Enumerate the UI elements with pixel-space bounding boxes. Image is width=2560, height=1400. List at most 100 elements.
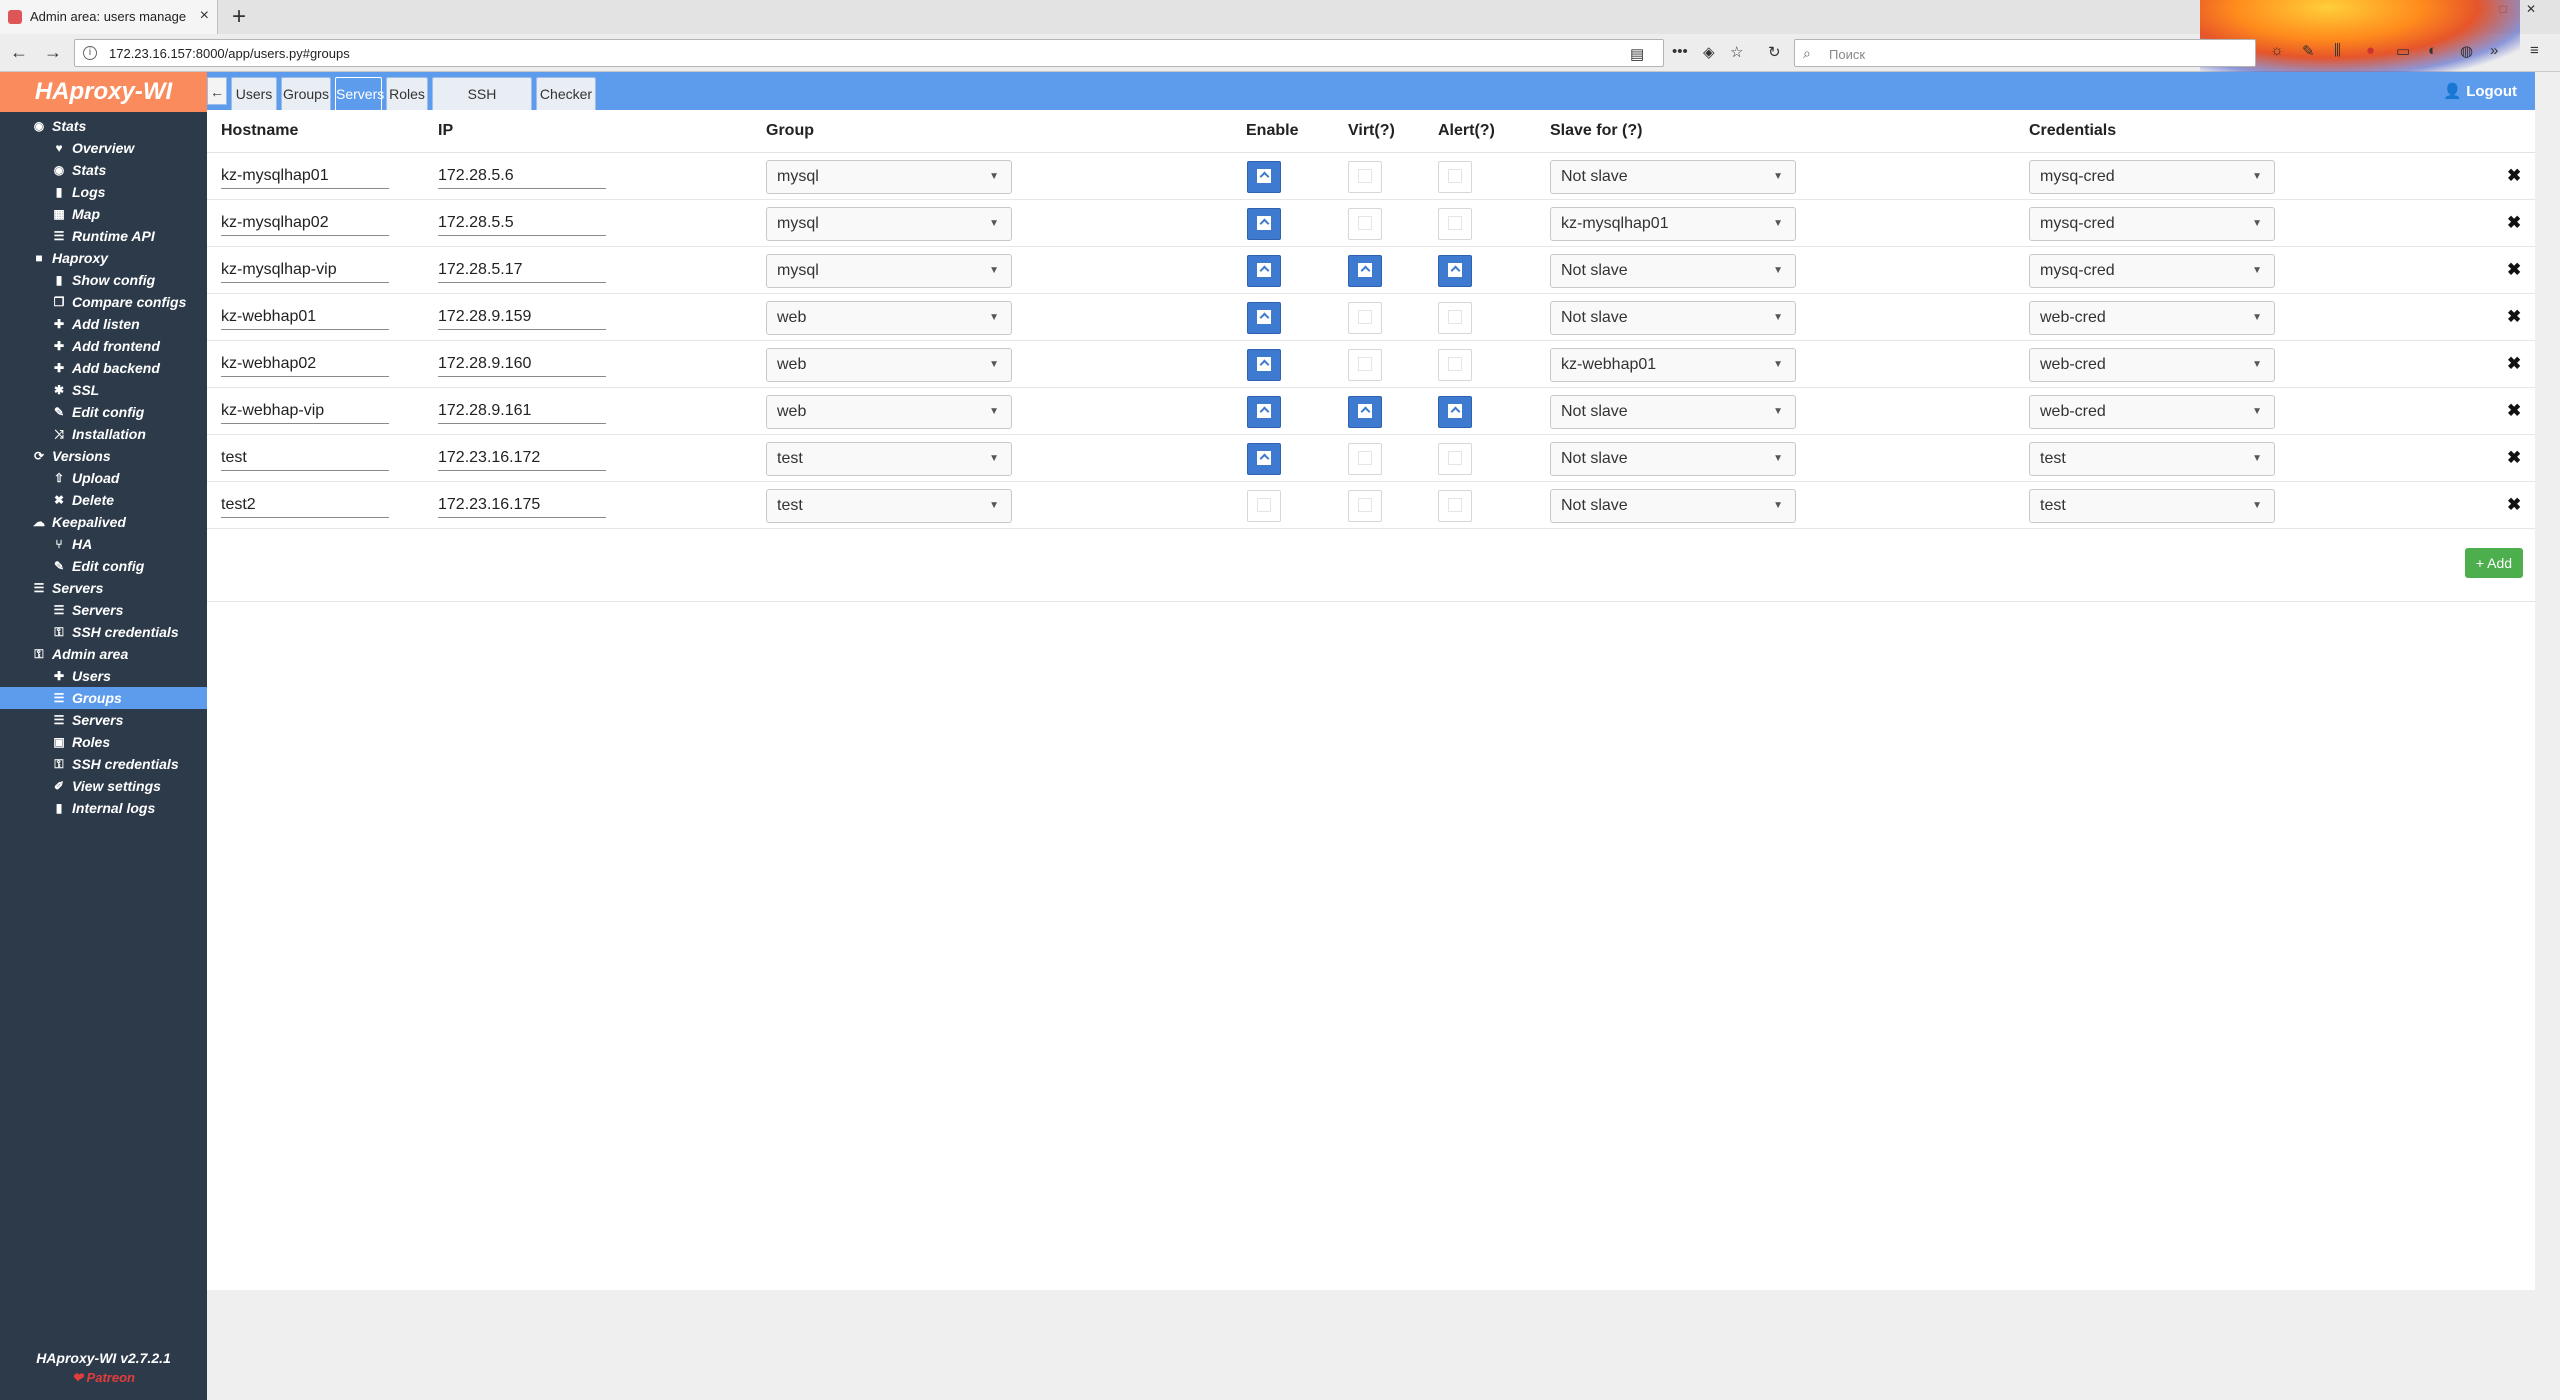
alert-checkbox[interactable] [1438, 208, 1472, 240]
alert-checkbox[interactable] [1438, 302, 1472, 334]
back-icon[interactable]: ← [10, 42, 28, 63]
sidebar-item-installation[interactable]: ⤨ Installation [0, 423, 207, 445]
pocket-icon[interactable]: ◈ [1703, 43, 1715, 61]
close-tab-icon[interactable]: × [200, 7, 209, 25]
ip-field[interactable]: 172.28.5.17 [438, 256, 606, 283]
slave-for-select[interactable]: Not slave ▼ [1550, 442, 1796, 476]
page-actions-icon[interactable]: ••• [1672, 43, 1688, 60]
ip-field[interactable]: 172.28.5.6 [438, 162, 606, 189]
extension-icon[interactable]: ◐ [2428, 42, 2437, 59]
tab-roles[interactable]: Roles [386, 77, 428, 110]
site-info-icon[interactable]: i [83, 46, 97, 60]
sidebar-item-versions[interactable]: ⟳ Versions [0, 445, 207, 467]
sidebar-item-haproxy[interactable]: ■ Haproxy [0, 247, 207, 269]
credentials-select[interactable]: web-cred ▼ [2029, 301, 2275, 335]
enable-checkbox[interactable] [1247, 161, 1281, 193]
tab-users[interactable]: Users [231, 77, 277, 110]
enable-checkbox[interactable] [1247, 396, 1281, 428]
hostname-field[interactable]: kz-mysqlhap-vip [221, 256, 389, 283]
delete-icon[interactable]: ✖ [2507, 260, 2521, 280]
sidebar-item-add-frontend[interactable]: ✚ Add frontend [0, 335, 207, 357]
ip-field[interactable]: 172.23.16.172 [438, 444, 606, 471]
sidebar-item-ssl[interactable]: ✱ SSL [0, 379, 207, 401]
slave-for-select[interactable]: kz-webhap01 ▼ [1550, 348, 1796, 382]
virt-checkbox[interactable] [1348, 255, 1382, 287]
credentials-select[interactable]: test ▼ [2029, 489, 2275, 523]
group-select[interactable]: web ▼ [766, 395, 1012, 429]
sidebar-item-show-config[interactable]: ▮ Show config [0, 269, 207, 291]
url-bar[interactable]: i 172.23.16.157:8000/app/users.py#groups… [74, 39, 1664, 67]
virt-checkbox[interactable] [1348, 443, 1382, 475]
hostname-field[interactable]: test2 [221, 491, 389, 518]
tab-servers[interactable]: Servers [335, 77, 384, 110]
sidebar-icon[interactable]: ▭ [2396, 42, 2410, 60]
sidebar-item-groups[interactable]: ☰ Groups [0, 687, 207, 709]
ip-field[interactable]: 172.28.9.161 [438, 397, 606, 424]
hostname-field[interactable]: kz-webhap01 [221, 303, 389, 330]
delete-icon[interactable]: ✖ [2507, 166, 2521, 186]
hostname-field[interactable]: kz-webhap02 [221, 350, 389, 377]
delete-icon[interactable]: ✖ [2507, 401, 2521, 421]
credentials-select[interactable]: mysq-cred ▼ [2029, 254, 2275, 288]
sidebar-item-logs[interactable]: ▮ Logs [0, 181, 207, 203]
extension-wrench-icon[interactable]: ✎ [2302, 42, 2315, 60]
slave-for-select[interactable]: Not slave ▼ [1550, 160, 1796, 194]
sidebar-item-keepalived[interactable]: ☁ Keepalived [0, 511, 207, 533]
sidebar-item-ha[interactable]: ⑂ HA [0, 533, 207, 555]
overflow-icon[interactable]: » [2490, 42, 2498, 59]
group-select[interactable]: test ▼ [766, 442, 1012, 476]
reload-icon[interactable]: ↻ [1768, 43, 1781, 61]
slave-for-select[interactable]: Not slave ▼ [1550, 489, 1796, 523]
group-select[interactable]: test ▼ [766, 489, 1012, 523]
sidebar-item-runtime-api[interactable]: ☰ Runtime API [0, 225, 207, 247]
group-select[interactable]: mysql ▼ [766, 207, 1012, 241]
sidebar-item-servers[interactable]: ☰ Servers [0, 577, 207, 599]
search-bar[interactable]: ⌕ Поиск [1794, 39, 2256, 67]
tab-ssh-credentials[interactable]: SSH credentials [432, 77, 532, 134]
extension-sun-icon[interactable]: ☼ [2270, 42, 2284, 59]
browser-tab[interactable]: Admin area: users manage - H × [0, 0, 218, 34]
sidebar-item-overview[interactable]: ♥ Overview [0, 137, 207, 159]
minimize-icon[interactable]: — [2462, 0, 2488, 18]
virt-checkbox[interactable] [1348, 208, 1382, 240]
group-select[interactable]: web ▼ [766, 301, 1012, 335]
sidebar-item-roles[interactable]: ▣ Roles [0, 731, 207, 753]
enable-checkbox[interactable] [1247, 302, 1281, 334]
maximize-icon[interactable]: □ [2490, 0, 2516, 18]
col-slave-header[interactable]: Slave for (?) [1550, 122, 1642, 140]
enable-checkbox[interactable] [1247, 349, 1281, 381]
col-alert-header[interactable]: Alert(?) [1438, 122, 1495, 140]
toggle-sidebar-button[interactable]: ← [207, 77, 227, 105]
window-close-icon[interactable]: ✕ [2518, 0, 2544, 18]
credentials-select[interactable]: web-cred ▼ [2029, 395, 2275, 429]
bookmark-star-icon[interactable]: ☆ [1730, 43, 1743, 61]
ip-field[interactable]: 172.28.5.5 [438, 209, 606, 236]
alert-checkbox[interactable] [1438, 443, 1472, 475]
forward-icon[interactable]: → [44, 42, 62, 63]
sidebar-item-stats[interactable]: ◉ Stats [0, 159, 207, 181]
slave-for-select[interactable]: Not slave ▼ [1550, 301, 1796, 335]
sidebar-item-edit-config[interactable]: ✎ Edit config [0, 555, 207, 577]
patreon-link[interactable]: ❤ Patreon [0, 1370, 207, 1386]
group-select[interactable]: web ▼ [766, 348, 1012, 382]
alert-checkbox[interactable] [1438, 161, 1472, 193]
app-logo[interactable]: HAproxy-WI [0, 72, 207, 112]
virt-checkbox[interactable] [1348, 302, 1382, 334]
sidebar-item-compare-configs[interactable]: ❐ Compare configs [0, 291, 207, 313]
sidebar-item-add-backend[interactable]: ✚ Add backend [0, 357, 207, 379]
hostname-field[interactable]: kz-mysqlhap01 [221, 162, 389, 189]
sidebar-item-edit-config[interactable]: ✎ Edit config [0, 401, 207, 423]
delete-icon[interactable]: ✖ [2507, 213, 2521, 233]
alert-checkbox[interactable] [1438, 490, 1472, 522]
hostname-field[interactable]: kz-webhap-vip [221, 397, 389, 424]
sidebar-item-servers[interactable]: ☰ Servers [0, 709, 207, 731]
add-server-button[interactable]: + Add [2465, 548, 2523, 578]
credentials-select[interactable]: mysq-cred ▼ [2029, 160, 2275, 194]
delete-icon[interactable]: ✖ [2507, 354, 2521, 374]
tab-groups[interactable]: Groups [281, 77, 331, 110]
credentials-select[interactable]: mysq-cred ▼ [2029, 207, 2275, 241]
sidebar-item-servers[interactable]: ☰ Servers [0, 599, 207, 621]
alert-checkbox[interactable] [1438, 255, 1472, 287]
credentials-select[interactable]: web-cred ▼ [2029, 348, 2275, 382]
enable-checkbox[interactable] [1247, 208, 1281, 240]
